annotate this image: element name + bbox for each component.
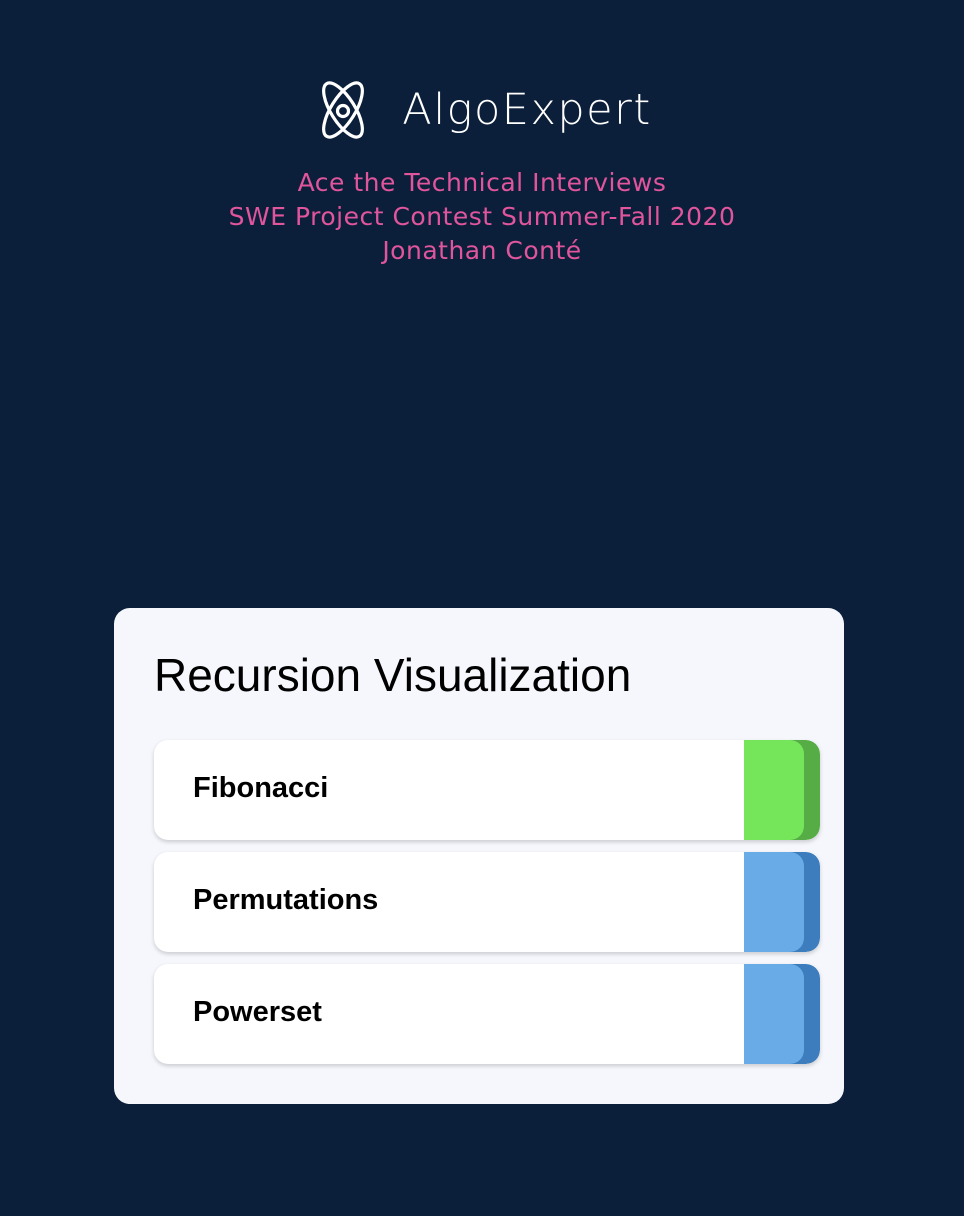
tagline-line: SWE Project Contest Summer-Fall 2020: [228, 202, 736, 231]
color-tab-face: [744, 740, 804, 840]
color-tab-face: [744, 852, 804, 952]
algorithm-item-label: Fibonacci: [193, 772, 329, 804]
algorithm-item-label: Powerset: [193, 996, 322, 1028]
algorithm-item-permutations[interactable]: Permutations: [154, 852, 820, 952]
algorithm-item-label: Permutations: [193, 884, 379, 916]
tagline-line: Jonathan Conté: [382, 236, 582, 265]
algorithm-item-fibonacci[interactable]: Fibonacci: [154, 740, 820, 840]
recursion-card: Recursion Visualization Fibonacci Permut…: [114, 608, 844, 1104]
card-title: Recursion Visualization: [154, 649, 632, 701]
header: AlgoExpert Ace the Technical Interviews …: [0, 76, 964, 268]
algorithm-item-powerset[interactable]: Powerset: [154, 964, 820, 1064]
tagline-line: Ace the Technical Interviews: [297, 168, 667, 197]
atom-icon: [312, 77, 374, 143]
color-tab-face: [744, 964, 804, 1064]
brand[interactable]: AlgoExpert: [312, 76, 651, 144]
tagline: Ace the Technical Interviews SWE Project…: [0, 166, 964, 268]
brand-name: AlgoExpert: [402, 85, 652, 135]
